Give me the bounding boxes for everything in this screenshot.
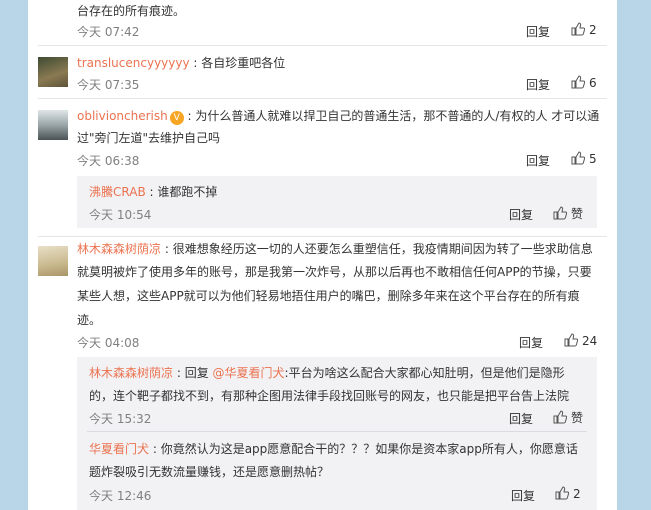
- avatar[interactable]: [38, 246, 68, 276]
- like-count: 2: [573, 487, 581, 501]
- mention-link[interactable]: @华夏看门犬: [213, 366, 285, 380]
- reply-button[interactable]: 回复: [509, 206, 533, 223]
- comment-time: 今天 07:35: [77, 78, 140, 92]
- comment-line: oblivioncherish V : 为什么普通人就难以捍卫自己的普通生活，那不…: [77, 109, 600, 125]
- divider: [38, 45, 607, 46]
- comment-text-cont: 过"旁门左道"去维护自己吗: [77, 131, 221, 145]
- reply-button[interactable]: 回复: [526, 152, 550, 169]
- comment-line: translucencyyyyyy : 各自珍重吧各位: [77, 56, 286, 70]
- comment-time: 今天 07:42: [77, 25, 140, 39]
- reply-button[interactable]: 回复: [519, 334, 543, 351]
- username[interactable]: 沸騰CRAB: [89, 185, 146, 199]
- reply-time: 今天 12:46: [89, 489, 152, 503]
- reply-button[interactable]: 回复: [526, 23, 550, 40]
- comment-text: 台存在的所有痕迹。: [77, 4, 186, 18]
- divider: [38, 236, 607, 237]
- reply-time: 今天 15:32: [89, 412, 152, 426]
- like-button[interactable]: 赞: [553, 205, 583, 222]
- comment-text: 为什么普通人就难以捍卫自己的普通生活，那不普通的人/有权的人 才可以通: [195, 109, 600, 123]
- like-count: 2: [589, 23, 597, 37]
- username[interactable]: 林木森森树荫凉: [89, 366, 173, 380]
- sub-reply-line: 林木森森树荫凉 : 回复 @华夏看门犬:平台为啥这么配合大家都心知肚明，但是他们…: [89, 366, 565, 380]
- comment-time: 今天 04:08: [77, 336, 140, 350]
- reply-text: :平台为啥这么配合大家都心知肚明，但是他们是隐形: [284, 366, 565, 380]
- like-button[interactable]: 2: [571, 22, 597, 37]
- avatar[interactable]: [38, 57, 68, 87]
- avatar[interactable]: [38, 110, 68, 140]
- sub-reply-line: 沸騰CRAB : 谁都跑不掉: [89, 185, 218, 199]
- comment-panel: 台存在的所有痕迹。 今天 07:42 回复 2 translucencyyyyy…: [28, 0, 617, 510]
- thumbs-up-icon: [571, 151, 585, 165]
- thumbs-up-icon: [564, 333, 578, 347]
- like-label: 赞: [571, 207, 584, 221]
- like-button[interactable]: 24: [564, 333, 597, 348]
- comment-text: 很难想象经历这一切的人还要怎么重塑信任，我疫情期间因为转了一些求助信息: [172, 242, 593, 256]
- like-button[interactable]: 2: [555, 486, 581, 501]
- divider: [87, 431, 587, 432]
- reply-text-cont: 的，连个靶子都找不到，有那种企图用法律手段找回账号的网友，也只能是把平台告上法院: [89, 389, 570, 403]
- reply-text: 谁都跑不掉: [157, 185, 218, 199]
- reply-time: 今天 10:54: [89, 208, 152, 222]
- like-count: 24: [582, 334, 598, 348]
- thumbs-up-icon: [553, 206, 567, 220]
- like-button[interactable]: 赞: [553, 409, 583, 426]
- reply-button[interactable]: 回复: [526, 76, 550, 93]
- comment-line: 林木森森树荫凉 : 很难想象经历这一切的人还要怎么重塑信任，我疫情期间因为转了一…: [77, 242, 593, 256]
- comment-text: 各自珍重吧各位: [201, 56, 286, 70]
- like-label: 赞: [571, 411, 584, 425]
- reply-button[interactable]: 回复: [509, 410, 533, 427]
- thumbs-up-icon: [555, 486, 569, 500]
- like-count: 5: [589, 152, 597, 166]
- reply-button[interactable]: 回复: [511, 487, 535, 504]
- divider: [38, 98, 607, 99]
- sub-reply-line: 华夏看门犬 : 你竟然认为这是app愿意配合干的？？？如果你是资本家app所有人…: [89, 442, 578, 456]
- username[interactable]: translucencyyyyyy: [77, 56, 190, 70]
- comment-text-cont: 迹。: [77, 313, 102, 327]
- comment-text-cont: 就莫明被炸了使用多年的账号，那是我第一次炸号，从那以后再也不敢相信任何APP的节…: [77, 265, 592, 279]
- comment-text-cont: 某些人想，这些APP就可以为他们轻易地捂住用户的嘴巴，删除多年来在这个平台存在的…: [77, 289, 580, 303]
- thumbs-up-icon: [553, 410, 567, 424]
- username[interactable]: oblivioncherish: [77, 109, 168, 123]
- reply-text: 你竟然认为这是app愿意配合干的？？？如果你是资本家app所有人，你愿意话: [160, 442, 578, 456]
- thumbs-up-icon: [571, 22, 585, 36]
- vip-badge-icon: V: [169, 111, 184, 125]
- like-button[interactable]: 6: [571, 75, 597, 90]
- username[interactable]: 林木森森树荫凉: [77, 242, 161, 256]
- thumbs-up-icon: [571, 75, 585, 89]
- like-count: 6: [589, 76, 597, 90]
- reply-text-cont: 题炸裂吸引无数流量赚钱，还是愿意删热帖？: [89, 465, 330, 479]
- like-button[interactable]: 5: [571, 151, 597, 166]
- right-margin: [617, 0, 651, 510]
- comment-time: 今天 06:38: [77, 154, 140, 168]
- username[interactable]: 华夏看门犬: [89, 442, 149, 456]
